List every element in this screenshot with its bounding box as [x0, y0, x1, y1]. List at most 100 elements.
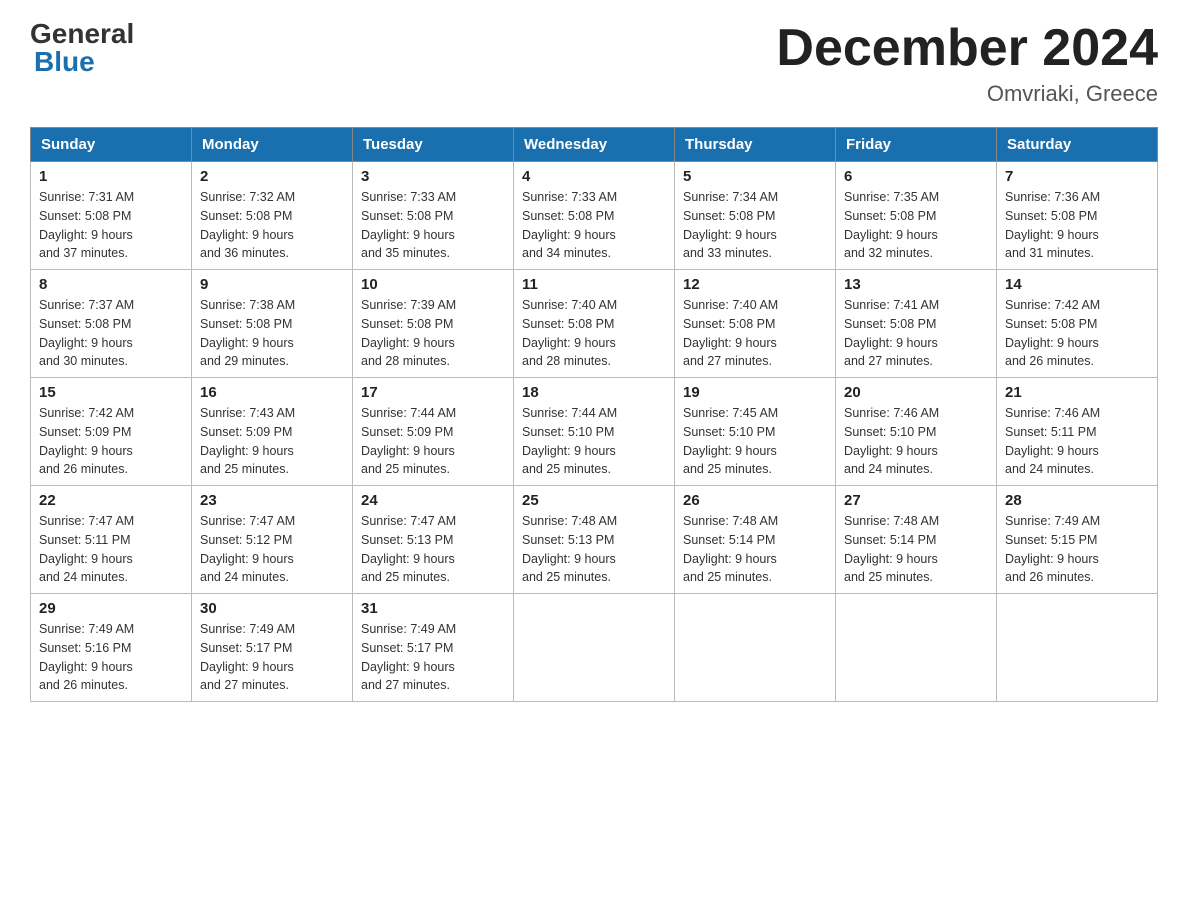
day-number: 5	[683, 168, 827, 185]
table-row: 6 Sunrise: 7:35 AM Sunset: 5:08 PM Dayli…	[836, 162, 997, 270]
day-info: Sunrise: 7:44 AM Sunset: 5:09 PM Dayligh…	[361, 404, 505, 479]
day-number: 26	[683, 492, 827, 509]
calendar-week-row: 1 Sunrise: 7:31 AM Sunset: 5:08 PM Dayli…	[31, 162, 1158, 270]
table-row: 30 Sunrise: 7:49 AM Sunset: 5:17 PM Dayl…	[192, 594, 353, 702]
page-header: General Blue December 2024 Omvriaki, Gre…	[30, 20, 1158, 107]
table-row: 2 Sunrise: 7:32 AM Sunset: 5:08 PM Dayli…	[192, 162, 353, 270]
header-thursday: Thursday	[675, 128, 836, 162]
header-wednesday: Wednesday	[514, 128, 675, 162]
table-row: 18 Sunrise: 7:44 AM Sunset: 5:10 PM Dayl…	[514, 378, 675, 486]
day-info: Sunrise: 7:39 AM Sunset: 5:08 PM Dayligh…	[361, 296, 505, 371]
day-info: Sunrise: 7:47 AM Sunset: 5:13 PM Dayligh…	[361, 512, 505, 587]
day-number: 13	[844, 276, 988, 293]
day-info: Sunrise: 7:33 AM Sunset: 5:08 PM Dayligh…	[522, 188, 666, 263]
day-number: 24	[361, 492, 505, 509]
day-info: Sunrise: 7:41 AM Sunset: 5:08 PM Dayligh…	[844, 296, 988, 371]
day-number: 29	[39, 600, 183, 617]
day-info: Sunrise: 7:32 AM Sunset: 5:08 PM Dayligh…	[200, 188, 344, 263]
day-info: Sunrise: 7:35 AM Sunset: 5:08 PM Dayligh…	[844, 188, 988, 263]
day-info: Sunrise: 7:47 AM Sunset: 5:12 PM Dayligh…	[200, 512, 344, 587]
header-tuesday: Tuesday	[353, 128, 514, 162]
day-info: Sunrise: 7:49 AM Sunset: 5:17 PM Dayligh…	[361, 620, 505, 695]
table-row	[514, 594, 675, 702]
table-row: 26 Sunrise: 7:48 AM Sunset: 5:14 PM Dayl…	[675, 486, 836, 594]
table-row: 21 Sunrise: 7:46 AM Sunset: 5:11 PM Dayl…	[997, 378, 1158, 486]
day-number: 28	[1005, 492, 1149, 509]
day-number: 27	[844, 492, 988, 509]
table-row	[836, 594, 997, 702]
day-number: 17	[361, 384, 505, 401]
calendar-table: Sunday Monday Tuesday Wednesday Thursday…	[30, 127, 1158, 702]
table-row: 16 Sunrise: 7:43 AM Sunset: 5:09 PM Dayl…	[192, 378, 353, 486]
day-info: Sunrise: 7:37 AM Sunset: 5:08 PM Dayligh…	[39, 296, 183, 371]
calendar-week-row: 8 Sunrise: 7:37 AM Sunset: 5:08 PM Dayli…	[31, 270, 1158, 378]
table-row: 19 Sunrise: 7:45 AM Sunset: 5:10 PM Dayl…	[675, 378, 836, 486]
day-info: Sunrise: 7:45 AM Sunset: 5:10 PM Dayligh…	[683, 404, 827, 479]
calendar-header-row: Sunday Monday Tuesday Wednesday Thursday…	[31, 128, 1158, 162]
day-number: 1	[39, 168, 183, 185]
table-row: 8 Sunrise: 7:37 AM Sunset: 5:08 PM Dayli…	[31, 270, 192, 378]
day-info: Sunrise: 7:36 AM Sunset: 5:08 PM Dayligh…	[1005, 188, 1149, 263]
table-row: 23 Sunrise: 7:47 AM Sunset: 5:12 PM Dayl…	[192, 486, 353, 594]
day-info: Sunrise: 7:48 AM Sunset: 5:14 PM Dayligh…	[683, 512, 827, 587]
day-info: Sunrise: 7:47 AM Sunset: 5:11 PM Dayligh…	[39, 512, 183, 587]
day-number: 6	[844, 168, 988, 185]
day-info: Sunrise: 7:49 AM Sunset: 5:15 PM Dayligh…	[1005, 512, 1149, 587]
table-row: 14 Sunrise: 7:42 AM Sunset: 5:08 PM Dayl…	[997, 270, 1158, 378]
logo-general-text: General	[30, 20, 134, 48]
day-number: 19	[683, 384, 827, 401]
day-info: Sunrise: 7:46 AM Sunset: 5:11 PM Dayligh…	[1005, 404, 1149, 479]
table-row: 24 Sunrise: 7:47 AM Sunset: 5:13 PM Dayl…	[353, 486, 514, 594]
day-info: Sunrise: 7:44 AM Sunset: 5:10 PM Dayligh…	[522, 404, 666, 479]
day-number: 16	[200, 384, 344, 401]
day-info: Sunrise: 7:49 AM Sunset: 5:16 PM Dayligh…	[39, 620, 183, 695]
day-number: 30	[200, 600, 344, 617]
day-info: Sunrise: 7:31 AM Sunset: 5:08 PM Dayligh…	[39, 188, 183, 263]
header-monday: Monday	[192, 128, 353, 162]
table-row	[997, 594, 1158, 702]
day-number: 20	[844, 384, 988, 401]
day-info: Sunrise: 7:48 AM Sunset: 5:13 PM Dayligh…	[522, 512, 666, 587]
table-row: 22 Sunrise: 7:47 AM Sunset: 5:11 PM Dayl…	[31, 486, 192, 594]
header-friday: Friday	[836, 128, 997, 162]
table-row: 10 Sunrise: 7:39 AM Sunset: 5:08 PM Dayl…	[353, 270, 514, 378]
day-info: Sunrise: 7:34 AM Sunset: 5:08 PM Dayligh…	[683, 188, 827, 263]
day-number: 4	[522, 168, 666, 185]
day-number: 12	[683, 276, 827, 293]
table-row: 7 Sunrise: 7:36 AM Sunset: 5:08 PM Dayli…	[997, 162, 1158, 270]
day-number: 3	[361, 168, 505, 185]
calendar-week-row: 22 Sunrise: 7:47 AM Sunset: 5:11 PM Dayl…	[31, 486, 1158, 594]
day-info: Sunrise: 7:40 AM Sunset: 5:08 PM Dayligh…	[522, 296, 666, 371]
table-row: 20 Sunrise: 7:46 AM Sunset: 5:10 PM Dayl…	[836, 378, 997, 486]
calendar-title: December 2024	[776, 20, 1158, 77]
day-number: 10	[361, 276, 505, 293]
header-sunday: Sunday	[31, 128, 192, 162]
table-row: 1 Sunrise: 7:31 AM Sunset: 5:08 PM Dayli…	[31, 162, 192, 270]
calendar-week-row: 15 Sunrise: 7:42 AM Sunset: 5:09 PM Dayl…	[31, 378, 1158, 486]
day-info: Sunrise: 7:42 AM Sunset: 5:09 PM Dayligh…	[39, 404, 183, 479]
day-number: 2	[200, 168, 344, 185]
table-row: 27 Sunrise: 7:48 AM Sunset: 5:14 PM Dayl…	[836, 486, 997, 594]
day-number: 22	[39, 492, 183, 509]
day-info: Sunrise: 7:49 AM Sunset: 5:17 PM Dayligh…	[200, 620, 344, 695]
logo: General Blue	[30, 20, 134, 76]
day-number: 14	[1005, 276, 1149, 293]
table-row: 29 Sunrise: 7:49 AM Sunset: 5:16 PM Dayl…	[31, 594, 192, 702]
table-row	[675, 594, 836, 702]
day-info: Sunrise: 7:43 AM Sunset: 5:09 PM Dayligh…	[200, 404, 344, 479]
day-info: Sunrise: 7:48 AM Sunset: 5:14 PM Dayligh…	[844, 512, 988, 587]
day-number: 18	[522, 384, 666, 401]
day-number: 15	[39, 384, 183, 401]
day-number: 7	[1005, 168, 1149, 185]
table-row: 25 Sunrise: 7:48 AM Sunset: 5:13 PM Dayl…	[514, 486, 675, 594]
day-info: Sunrise: 7:40 AM Sunset: 5:08 PM Dayligh…	[683, 296, 827, 371]
table-row: 28 Sunrise: 7:49 AM Sunset: 5:15 PM Dayl…	[997, 486, 1158, 594]
day-number: 8	[39, 276, 183, 293]
title-block: December 2024 Omvriaki, Greece	[776, 20, 1158, 107]
table-row: 5 Sunrise: 7:34 AM Sunset: 5:08 PM Dayli…	[675, 162, 836, 270]
day-number: 9	[200, 276, 344, 293]
table-row: 9 Sunrise: 7:38 AM Sunset: 5:08 PM Dayli…	[192, 270, 353, 378]
day-number: 21	[1005, 384, 1149, 401]
day-number: 11	[522, 276, 666, 293]
day-number: 31	[361, 600, 505, 617]
